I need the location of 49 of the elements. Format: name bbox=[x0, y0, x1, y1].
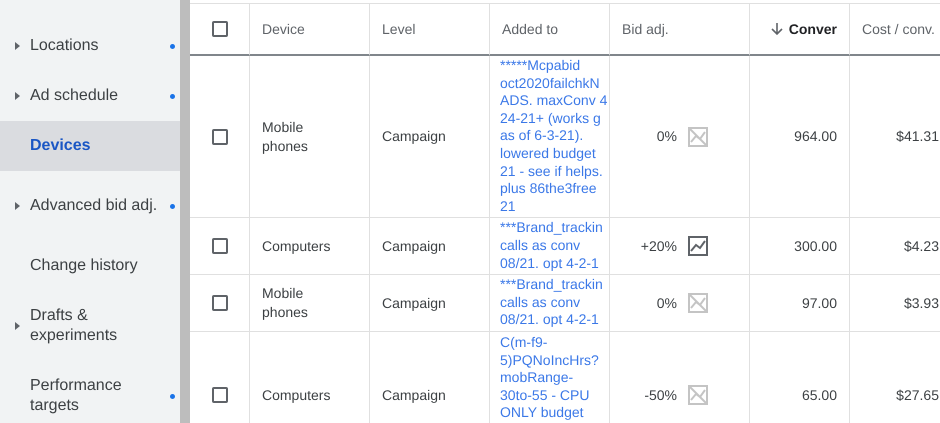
table-cell-text: 65.00 bbox=[802, 386, 837, 405]
column-header[interactable]: Added to bbox=[502, 21, 558, 37]
table-cell-text: Campaign bbox=[382, 236, 446, 256]
sidebar-item[interactable]: Locations bbox=[0, 21, 180, 71]
sidebar-item[interactable]: Change history bbox=[0, 241, 180, 291]
table-cell-text: $41.31 bbox=[896, 127, 939, 146]
column-header[interactable]: Cost / conv. bbox=[862, 21, 935, 37]
column-header[interactable]: Device bbox=[262, 21, 305, 37]
table-cell-text: 0% bbox=[656, 127, 677, 146]
checkbox[interactable] bbox=[212, 387, 228, 404]
column-header[interactable]: Level bbox=[382, 21, 416, 37]
table-cell-text: Computers bbox=[262, 236, 332, 256]
table-cell-text: $4.23 bbox=[904, 236, 939, 256]
sidebar-item[interactable]: Performance targets bbox=[0, 361, 180, 423]
campaign-link[interactable]: *****Mcpabid oct2020failchkN ADS. maxConv 4 24-21+ (works g as of 6-3-21). lowered budget 21 - see if helps. plus 86the3free 21 bbox=[500, 57, 608, 216]
expand-arrow-icon[interactable] bbox=[15, 42, 20, 50]
checkbox[interactable] bbox=[212, 128, 228, 145]
table-cell-text: Mobile phones bbox=[262, 284, 309, 322]
table-cell-text: $27.65 bbox=[896, 386, 939, 405]
table-cell-text: 300.00 bbox=[794, 236, 837, 256]
table-cell-text: +20% bbox=[640, 236, 677, 256]
column-header[interactable]: Conver bbox=[788, 21, 837, 37]
column-header[interactable]: Bid adj. bbox=[622, 21, 669, 37]
table-cell-text: 0% bbox=[656, 294, 677, 313]
sidebar-item[interactable]: Drafts & experiments bbox=[0, 291, 180, 361]
table-cell-text: Computers bbox=[262, 386, 332, 405]
table-cell-text: Campaign bbox=[382, 294, 446, 313]
table-cell-text: Campaign bbox=[382, 127, 446, 146]
table-cell-text: Mobile phones bbox=[262, 118, 309, 156]
expand-arrow-icon[interactable] bbox=[15, 92, 20, 100]
scrollbar[interactable] bbox=[180, 0, 190, 423]
campaign-link[interactable]: ***Brand_trackin calls as conv 08/21. opt 4-2-1 bbox=[500, 276, 603, 329]
campaign-link[interactable]: ***Brand_trackin calls as conv 08/21. opt 4-2-1 bbox=[500, 219, 603, 272]
sidebar-item[interactable]: Advanced bid adj. bbox=[0, 171, 180, 241]
expand-arrow-icon[interactable] bbox=[15, 322, 20, 330]
line-chart-icon[interactable] bbox=[687, 235, 709, 258]
table-cell-text: Campaign bbox=[382, 386, 446, 405]
table-cell-text: -50% bbox=[644, 386, 677, 405]
table-cell-text: $3.93 bbox=[904, 294, 939, 313]
checkbox[interactable] bbox=[212, 295, 228, 312]
sort-down-arrow-icon[interactable] bbox=[770, 22, 783, 36]
campaign-link[interactable]: C(m-f9- 5)PQNoIncHrs? mobRange- 30to-55 - CPU ONLY budget bbox=[500, 334, 599, 422]
sidebar-item[interactable]: Ad schedule bbox=[0, 71, 180, 121]
sidebar-item[interactable]: Devices bbox=[0, 121, 180, 171]
checkbox[interactable] bbox=[212, 238, 228, 254]
expand-arrow-icon[interactable] bbox=[15, 202, 20, 210]
checkbox[interactable] bbox=[212, 21, 228, 37]
table-cell-text: 964.00 bbox=[794, 127, 837, 146]
table-cell-text: 97.00 bbox=[802, 294, 837, 313]
